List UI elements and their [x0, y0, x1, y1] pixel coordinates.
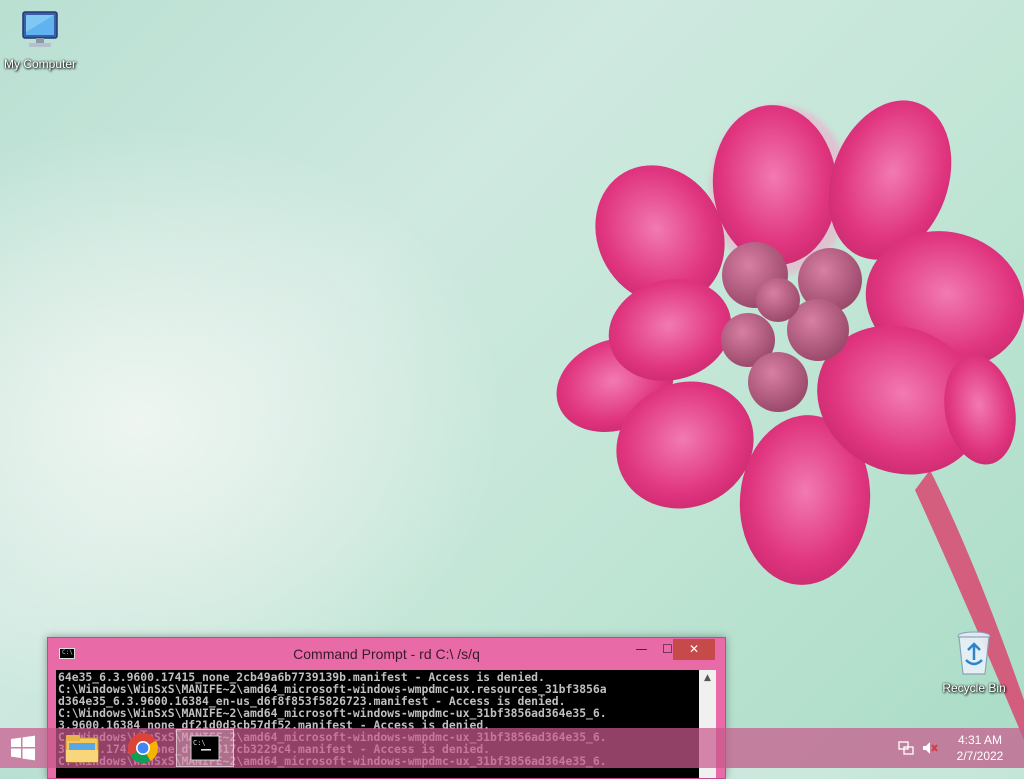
start-button[interactable] [0, 728, 46, 768]
clock-date: 2/7/2022 [956, 749, 1004, 763]
cmd-icon: C:\ [190, 735, 220, 761]
desktop-icon-recycle-bin[interactable]: Recycle Bin [934, 630, 1014, 695]
taskbar-clock[interactable]: 4:31 AM 2/7/2022 [944, 732, 1016, 764]
tray-network[interactable] [898, 740, 914, 760]
taskbar: C:\ 4:31 AM 2/7/2022 [0, 728, 1024, 768]
window-title: Command Prompt - rd C:\ /s/q [293, 646, 480, 662]
volume-muted-icon [923, 742, 938, 754]
minimize-button[interactable]: — [628, 639, 655, 660]
folder-icon [65, 735, 99, 763]
taskbar-file-explorer[interactable] [56, 729, 108, 767]
close-button[interactable]: ✕ [673, 639, 715, 660]
chrome-icon [128, 733, 159, 764]
tray-volume[interactable] [921, 740, 939, 760]
svg-text:C:\: C:\ [193, 739, 206, 747]
desktop-icon-label: Recycle Bin [942, 681, 1006, 695]
windows-logo-icon [11, 735, 35, 761]
clock-time: 4:31 AM [957, 733, 1003, 747]
desktop-icon-label: My Computer [3, 57, 77, 71]
computer-icon [22, 11, 58, 47]
recycle-bin-icon [957, 631, 991, 675]
scroll-up-button[interactable]: ▲ [699, 670, 716, 687]
taskbar-command-prompt[interactable]: C:\ [176, 729, 234, 767]
window-titlebar[interactable]: C:\ Command Prompt - rd C:\ /s/q — ☐ ✕ [48, 638, 725, 668]
network-icon [898, 741, 914, 755]
desktop-icon-my-computer[interactable]: My Computer [0, 8, 80, 71]
taskbar-chrome[interactable] [117, 729, 169, 767]
